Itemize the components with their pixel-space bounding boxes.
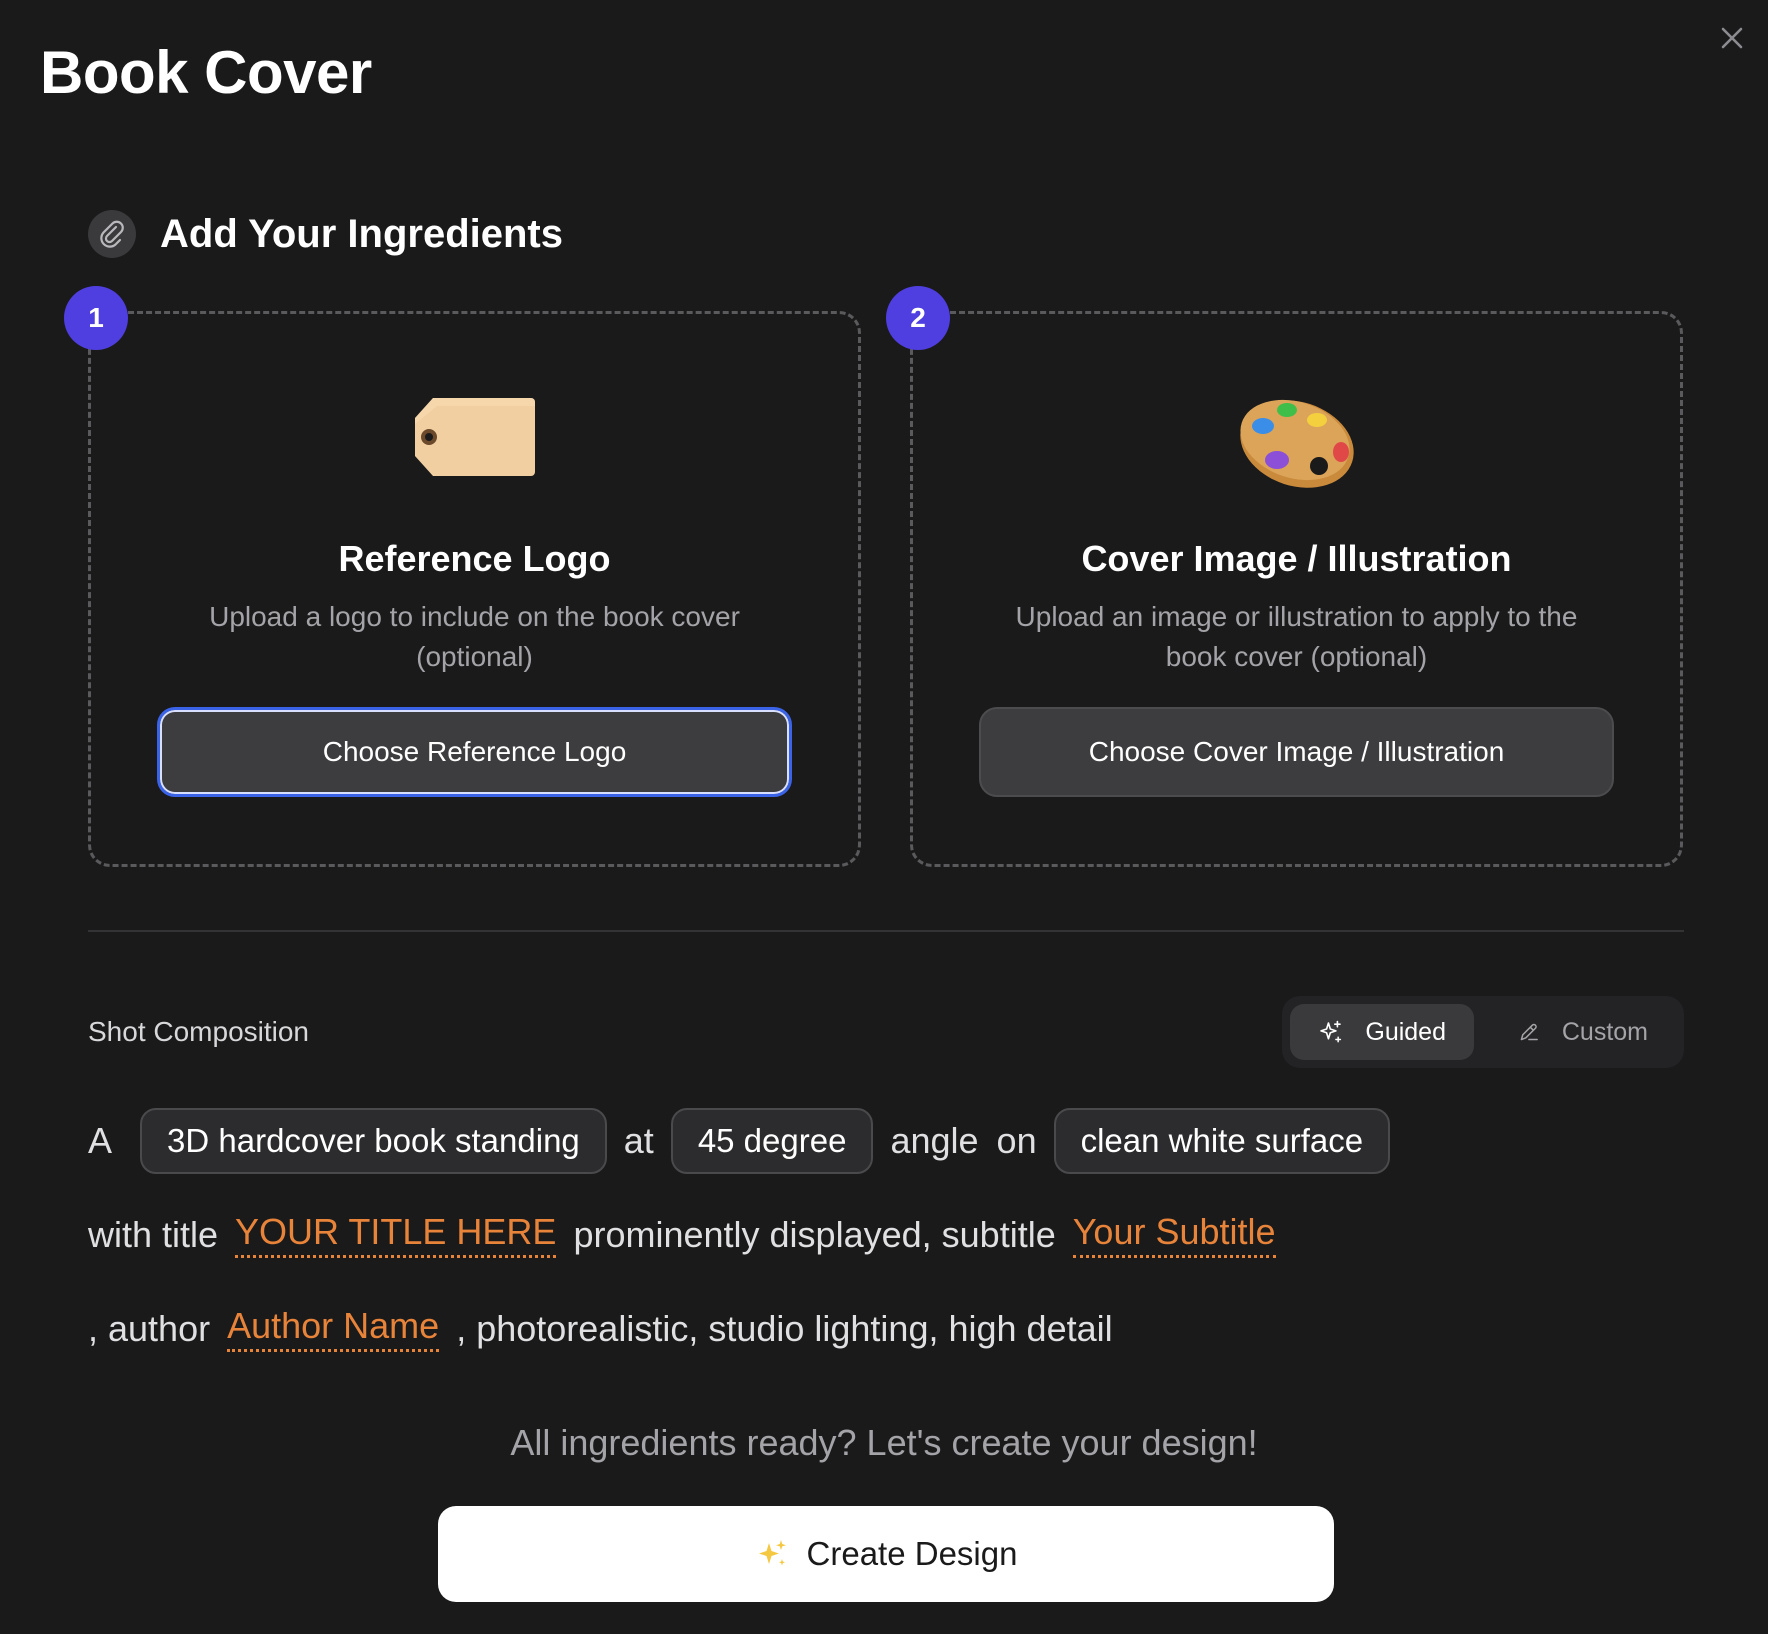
surface-chip[interactable]: clean white surface xyxy=(1053,1108,1391,1174)
mode-toggle: Guided Custom xyxy=(1282,996,1684,1068)
prompt-text: on xyxy=(996,1120,1037,1161)
create-design-button[interactable]: Create Design xyxy=(438,1506,1334,1602)
angle-chip[interactable]: 45 degree xyxy=(670,1108,874,1174)
palette-icon xyxy=(1235,396,1359,497)
sparkle-icon xyxy=(1320,1020,1342,1043)
step-badge-2: 2 xyxy=(886,286,950,350)
title-variable[interactable]: YOUR TITLE HERE xyxy=(235,1211,557,1258)
book-cover-dialog: Book Cover Add Your Ingredients Referenc… xyxy=(0,0,1768,1634)
composition-line-2: with title YOUR TITLE HERE prominently d… xyxy=(88,1211,1276,1258)
close-icon xyxy=(1721,27,1743,49)
custom-mode-button[interactable]: Custom xyxy=(1490,1004,1676,1060)
custom-label: Custom xyxy=(1561,1017,1648,1046)
guided-mode-button[interactable]: Guided xyxy=(1290,1004,1474,1060)
ingredients-header: Add Your Ingredients xyxy=(88,210,563,258)
prompt-text: , photorealistic, studio lighting, high … xyxy=(456,1307,1113,1349)
section-title: Add Your Ingredients xyxy=(160,211,563,256)
card-title: Reference Logo xyxy=(338,538,611,579)
card-title: Cover Image / Illustration xyxy=(1081,538,1512,579)
tag-icon xyxy=(413,396,537,483)
prompt-text: prominently displayed, subtitle xyxy=(573,1213,1056,1255)
card-description: Upload an image or illustration to apply… xyxy=(1015,601,1578,672)
prompt-text: , author xyxy=(88,1307,211,1349)
pencil-icon xyxy=(1520,1023,1538,1041)
subject-chip[interactable]: 3D hardcover book standing xyxy=(140,1108,607,1174)
author-variable[interactable]: Author Name xyxy=(227,1305,440,1352)
prompt-text: with title xyxy=(88,1213,219,1255)
divider xyxy=(88,930,1684,932)
prompt-text: A xyxy=(88,1120,113,1161)
sparkles-icon xyxy=(758,1540,786,1566)
card-description: Upload a logo to include on the book cov… xyxy=(209,601,740,672)
composition-line-1: A 3D hardcover book standing at 45 degre… xyxy=(88,1108,1391,1174)
ready-message: All ingredients ready? Let's create your… xyxy=(510,1422,1258,1463)
guided-label: Guided xyxy=(1365,1017,1446,1046)
cover-image-dropzone[interactable]: Cover Image / Illustration Upload an ima… xyxy=(910,311,1683,867)
create-design-label: Create Design xyxy=(806,1535,1018,1572)
shot-composition-label: Shot Composition xyxy=(88,1016,310,1047)
step-badge-1: 1 xyxy=(64,286,128,350)
choose-reference-logo-button[interactable]: Choose Reference Logo xyxy=(157,707,792,797)
reference-logo-dropzone[interactable]: Reference Logo Upload a logo to include … xyxy=(88,311,861,867)
prompt-text: angle xyxy=(890,1120,979,1161)
close-button[interactable] xyxy=(1714,20,1750,56)
choose-cover-image-button[interactable]: Choose Cover Image / Illustration xyxy=(979,707,1614,797)
subtitle-variable[interactable]: Your Subtitle xyxy=(1072,1211,1276,1258)
prompt-text: at xyxy=(623,1120,654,1161)
page-title: Book Cover xyxy=(40,39,372,106)
paperclip-icon xyxy=(88,210,136,258)
composition-line-3: , author Author Name , photorealistic, s… xyxy=(88,1305,1113,1352)
